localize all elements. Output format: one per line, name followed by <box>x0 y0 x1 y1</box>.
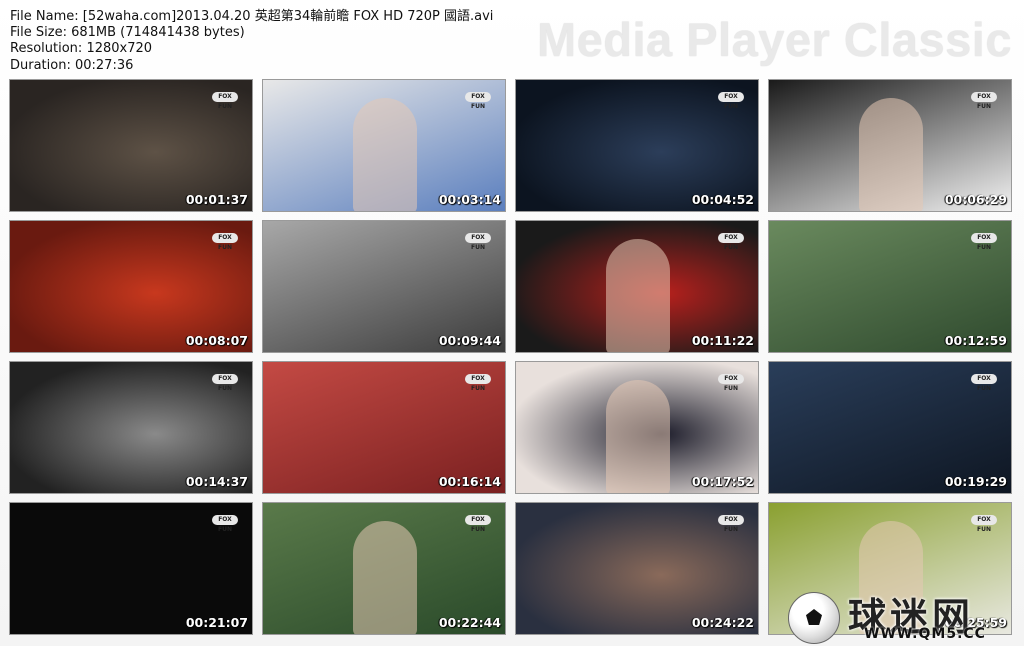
timestamp: 00:17:52 <box>691 474 754 489</box>
timestamp: 00:22:44 <box>438 615 501 630</box>
channel-logo-icon: FOX FUN <box>971 374 997 392</box>
channel-logo-icon: FOX FUN <box>971 233 997 251</box>
watermark-url: WWW.QM5.CC <box>864 626 986 642</box>
timestamp: 00:06:29 <box>944 192 1007 207</box>
file-size: File Size: 681MB (714841438 bytes) <box>10 25 245 41</box>
timestamp: 00:14:37 <box>185 474 248 489</box>
person-silhouette <box>353 521 417 634</box>
thumbnail-press-manutd[interactable]: FOX FUN 00:11:22 <box>515 220 759 353</box>
file-name: File Name: [52waha.com]2013.04.20 英超第34輪… <box>10 9 494 24</box>
channel-logo-icon: FOX FUN <box>212 374 238 392</box>
thumbnail-black[interactable]: FOX FUN 00:21:07 <box>9 502 253 635</box>
thumbnail-red-celebrate[interactable]: FOX FUN 00:08:07 <box>9 220 253 353</box>
thumbnail-pitch-action[interactable]: FOX FUN 00:12:59 <box>768 220 1012 353</box>
soccer-ball-icon <box>788 592 840 644</box>
site-watermark: 球迷网 WWW.QM5.CC <box>788 586 1018 644</box>
channel-logo-icon: FOX FUN <box>212 92 238 110</box>
channel-logo-icon: FOX FUN <box>971 515 997 533</box>
timestamp: 00:19:29 <box>944 474 1007 489</box>
thumbnail-dim-faces[interactable]: FOX FUN 00:01:37 <box>9 79 253 212</box>
thumbnail-press-chelsea[interactable]: FOX FUN 00:06:29 <box>768 79 1012 212</box>
channel-logo-icon: FOX FUN <box>465 233 491 251</box>
channel-logo-icon: FOX FUN <box>718 92 744 110</box>
channel-logo-icon: FOX FUN <box>971 92 997 110</box>
thumbnail-goal-celebrate[interactable]: FOX FUN 00:24:22 <box>515 502 759 635</box>
timestamp: 00:03:14 <box>438 192 501 207</box>
timestamp: 00:12:59 <box>944 333 1007 348</box>
person-silhouette <box>606 239 670 352</box>
thumbnail-stadium-player[interactable]: FOX FUN 00:03:14 <box>262 79 506 212</box>
person-silhouette <box>859 98 923 211</box>
timestamp: 00:09:44 <box>438 333 501 348</box>
channel-logo-icon: FOX FUN <box>718 515 744 533</box>
timestamp: 00:24:22 <box>691 615 754 630</box>
channel-logo-icon: FOX FUN <box>465 92 491 110</box>
thumbnail-f1-cars[interactable]: FOX FUN 00:09:44 <box>262 220 506 353</box>
thumbnail-sunderland-fans[interactable]: FOX FUN 00:16:14 <box>262 361 506 494</box>
channel-logo-icon: FOX FUN <box>212 515 238 533</box>
timestamp: 00:04:52 <box>691 192 754 207</box>
thumbnail-press-sunderland[interactable]: FOX FUN 00:17:52 <box>515 361 759 494</box>
channel-logo-icon: FOX FUN <box>465 515 491 533</box>
thumbnail-liverpool-chelsea[interactable]: FOX FUN 00:04:52 <box>515 79 759 212</box>
thumbnail-stat-attack[interactable]: FOX FUN 00:14:37 <box>9 361 253 494</box>
person-silhouette <box>353 98 417 211</box>
brand-title: Media Player Classic <box>536 13 1012 66</box>
timestamp: 00:01:37 <box>185 192 248 207</box>
timestamp: 00:16:14 <box>438 474 501 489</box>
resolution: Resolution: 1280x720 <box>10 41 153 57</box>
channel-logo-icon: FOX FUN <box>718 374 744 392</box>
file-info: File Name: [52waha.com]2013.04.20 英超第34輪… <box>10 9 493 74</box>
timestamp: 00:08:07 <box>185 333 248 348</box>
timestamp: 00:21:07 <box>185 615 248 630</box>
thumbnail-bench-wba[interactable]: FOX FUN 00:19:29 <box>768 361 1012 494</box>
timestamp: 00:11:22 <box>691 333 754 348</box>
channel-logo-icon: FOX FUN <box>718 233 744 251</box>
channel-logo-icon: FOX FUN <box>465 374 491 392</box>
duration: Duration: 00:27:36 <box>10 57 134 73</box>
thumbnail-qpr-player[interactable]: FOX FUN 00:22:44 <box>262 502 506 635</box>
person-silhouette <box>606 380 670 493</box>
channel-logo-icon: FOX FUN <box>212 233 238 251</box>
